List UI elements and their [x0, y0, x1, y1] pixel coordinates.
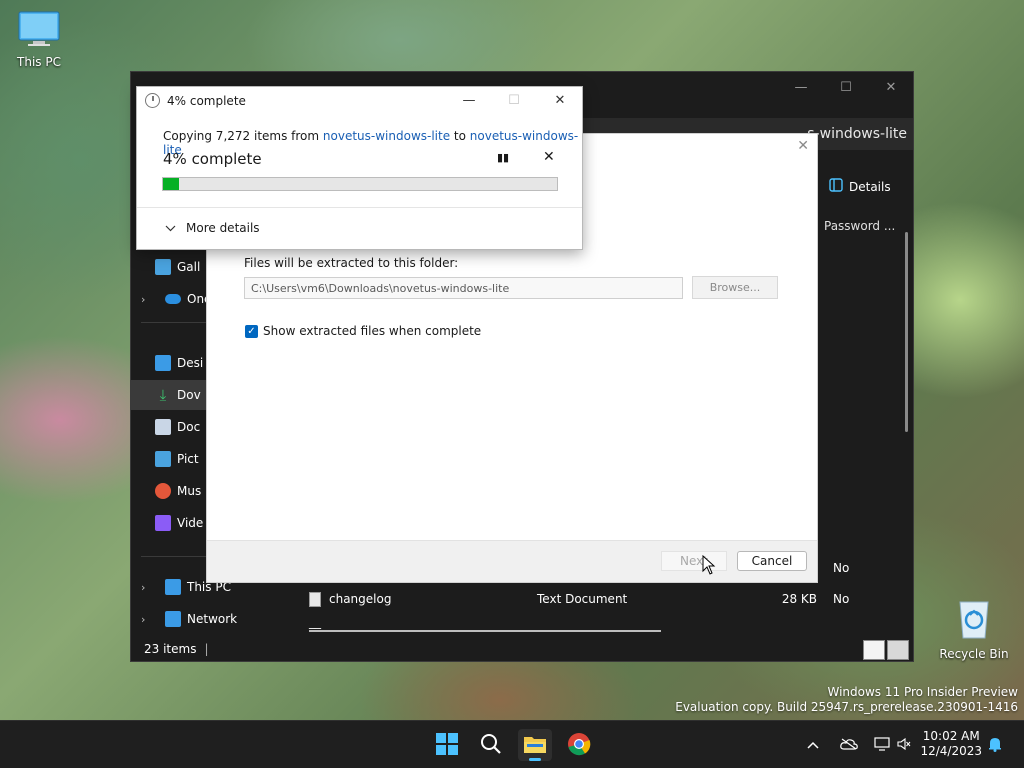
browse-button[interactable]: Browse... — [692, 276, 778, 299]
pictures-icon — [155, 451, 171, 467]
chevron-right-icon[interactable]: › — [141, 293, 157, 306]
destination-label: Files will be extracted to this folder: — [244, 256, 459, 270]
sidebar-item-label: Dov — [177, 388, 201, 402]
view-toggle — [863, 640, 909, 660]
search-icon — [480, 733, 502, 758]
horizontal-scrollbar[interactable] — [309, 630, 661, 632]
close-icon[interactable]: ✕ — [876, 78, 906, 98]
details-pane-icon — [829, 178, 843, 195]
video-icon — [155, 515, 171, 531]
onedrive-offline-icon[interactable] — [834, 738, 864, 753]
network-icon — [165, 611, 181, 627]
sidebar-item-network[interactable]: › Network — [131, 604, 281, 634]
clock-date: 12/4/2023 — [920, 744, 982, 758]
windows-logo-icon — [435, 732, 459, 759]
network-status-icon[interactable] — [870, 736, 894, 754]
item-count: 23 items — [144, 642, 197, 656]
monitor-icon — [3, 10, 75, 51]
show-extracted-files-option[interactable]: ✓ Show extracted files when complete — [245, 324, 481, 338]
close-icon[interactable]: ✕ — [545, 91, 575, 111]
next-button[interactable]: Next — [661, 551, 727, 571]
chrome-taskbar-button[interactable] — [562, 729, 596, 761]
mouse-cursor-icon — [702, 554, 716, 578]
sidebar-item-label: Vide — [177, 516, 204, 530]
protected-value: No — [833, 592, 850, 606]
system-tray — [804, 721, 914, 768]
gallery-icon — [155, 259, 171, 275]
vertical-scrollbar[interactable] — [905, 232, 908, 432]
progress-bar — [162, 177, 558, 191]
download-arrow-icon: ⤓ — [159, 386, 167, 404]
table-row[interactable]: __ — [309, 607, 869, 637]
chevron-down-icon — [165, 221, 176, 235]
status-bar: 23 items | — [144, 642, 209, 656]
wizard-footer: Next Cancel — [207, 540, 817, 582]
clock-icon — [145, 93, 160, 108]
maximize-icon[interactable]: ☐ — [831, 78, 861, 98]
file-size: 28 KB — [781, 592, 817, 606]
file-name: changelog — [329, 592, 392, 606]
pause-icon[interactable]: ▮▮ — [497, 151, 509, 164]
sidebar-item-label: Desi — [177, 356, 204, 370]
sidebar-item-label: Network — [187, 612, 238, 626]
protected-value: No — [833, 561, 850, 575]
this-pc-icon — [165, 579, 181, 595]
watermark-line-2: Evaluation copy. Build 25947.rs_prerelea… — [675, 700, 1018, 714]
notification-bell-icon[interactable] — [987, 736, 1003, 755]
taskbar-clock[interactable]: 10:02 AM 12/4/2023 — [920, 729, 982, 759]
minimize-icon[interactable]: — — [786, 78, 816, 98]
chevron-right-icon[interactable]: › — [141, 581, 157, 594]
details-view-icon[interactable] — [863, 640, 885, 660]
cancel-icon[interactable]: ✕ — [543, 149, 555, 165]
document-icon — [155, 419, 171, 435]
recycle-bin-desktop-icon[interactable]: Recycle Bin — [938, 596, 1010, 661]
notification-area — [987, 721, 1003, 768]
show-files-label: Show extracted files when complete — [263, 324, 482, 338]
explorer-tab-title[interactable]: s-windows-lite — [807, 126, 907, 142]
maximize-icon: ☐ — [508, 93, 520, 108]
search-button[interactable] — [474, 729, 508, 761]
show-files-checkbox[interactable]: ✓ — [245, 324, 258, 338]
sidebar-item-label: Mus — [177, 484, 202, 498]
column-header-password-protected[interactable]: Password ... — [824, 219, 895, 233]
this-pc-desktop-icon[interactable]: This PC — [3, 10, 75, 69]
chevron-up-icon[interactable] — [804, 738, 822, 752]
music-icon — [155, 483, 171, 499]
sidebar-item-label: Gall — [177, 260, 201, 274]
chevron-right-icon[interactable]: › — [141, 613, 157, 626]
evaluation-watermark: Windows 11 Pro Insider Preview Evaluatio… — [675, 685, 1018, 715]
copy-progress-dialog: 4% complete — ☐ ✕ Copying 7,272 items fr… — [136, 86, 583, 250]
sidebar-item-label: Doc — [177, 420, 201, 434]
dialog-title: 4% complete — [167, 94, 246, 108]
this-pc-label: This PC — [17, 55, 61, 69]
taskbar: 10:02 AM 12/4/2023 — [0, 720, 1024, 768]
details-label: Details — [849, 179, 891, 194]
text-file-icon — [309, 591, 321, 607]
more-details-toggle[interactable]: More details — [165, 221, 260, 235]
volume-muted-icon[interactable] — [894, 737, 914, 754]
more-details-label: More details — [186, 221, 260, 235]
percent-complete: 4% complete — [163, 150, 262, 168]
start-button[interactable] — [430, 729, 464, 761]
progress-bar-fill — [163, 178, 179, 190]
source-folder-link[interactable]: novetus-windows-lite — [323, 129, 450, 143]
minimize-icon[interactable]: — — [454, 91, 484, 111]
file-type: Text Document — [537, 592, 628, 606]
clock-time: 10:02 AM — [922, 729, 980, 743]
recycle-bin-icon — [938, 596, 1010, 643]
watermark-line-1: Windows 11 Pro Insider Preview — [827, 685, 1018, 699]
large-icons-view-icon[interactable] — [887, 640, 909, 660]
details-button[interactable]: Details — [829, 178, 891, 195]
sidebar-item-label: Pict — [177, 452, 199, 466]
recycle-bin-label: Recycle Bin — [939, 647, 1009, 661]
chrome-icon — [567, 732, 591, 759]
file-explorer-taskbar-button[interactable] — [518, 729, 552, 761]
close-icon[interactable]: ✕ — [797, 138, 809, 154]
cancel-button[interactable]: Cancel — [737, 551, 807, 571]
desktop-folder-icon — [155, 355, 171, 371]
destination-path-input[interactable] — [244, 277, 683, 299]
folder-icon — [523, 734, 547, 757]
cloud-icon — [165, 294, 181, 304]
